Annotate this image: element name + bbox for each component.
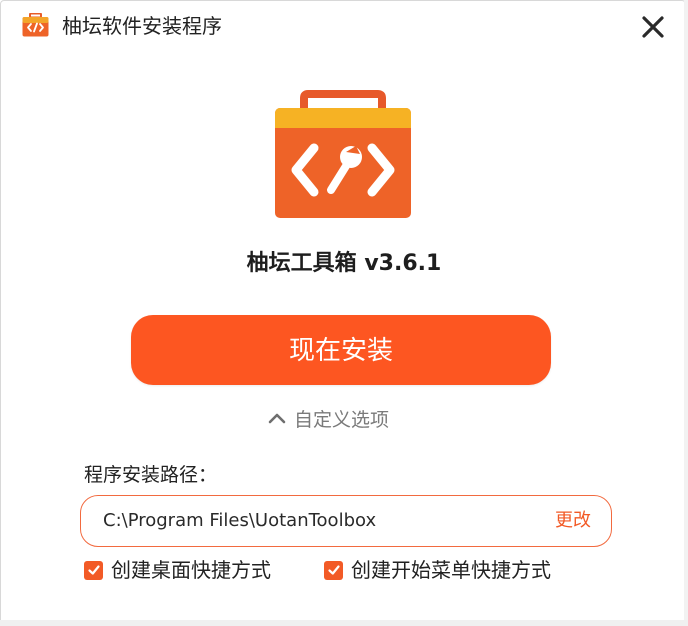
start-menu-shortcut-label: 创建开始菜单快捷方式 [351, 558, 551, 582]
desktop-shortcut-checkbox[interactable] [84, 560, 103, 580]
window-edge-right [684, 0, 688, 626]
start-menu-shortcut-checkbox[interactable] [324, 560, 343, 580]
install-now-button[interactable]: 现在安装 [131, 315, 551, 385]
change-path-button[interactable]: 更改 [555, 496, 591, 546]
close-icon [642, 16, 664, 38]
window-title: 柚坛软件安装程序 [62, 14, 222, 38]
chevron-up-icon [268, 413, 286, 424]
toolbox-code-icon [22, 13, 49, 37]
install-path-value: C:\Program Files\UotanToolbox [103, 510, 377, 531]
desktop-shortcut-option[interactable]: 创建桌面快捷方式 [84, 556, 271, 584]
desktop-shortcut-label: 创建桌面快捷方式 [111, 558, 271, 582]
window-edge-bottom [0, 620, 688, 626]
custom-options-toggle[interactable]: 自定义选项 [268, 404, 389, 432]
checkmark-icon [327, 565, 340, 575]
checkmark-icon [87, 565, 100, 575]
custom-options-label: 自定义选项 [294, 408, 390, 431]
install-path-field[interactable]: C:\Program Files\UotanToolbox 更改 [80, 495, 612, 547]
product-title: 柚坛工具箱 v3.6.1 [246, 251, 442, 276]
toolbox-wrench-code-icon [275, 90, 411, 218]
start-menu-shortcut-option[interactable]: 创建开始菜单快捷方式 [324, 556, 551, 584]
close-button[interactable] [634, 8, 672, 46]
install-path-label: 程序安装路径： [84, 464, 218, 486]
